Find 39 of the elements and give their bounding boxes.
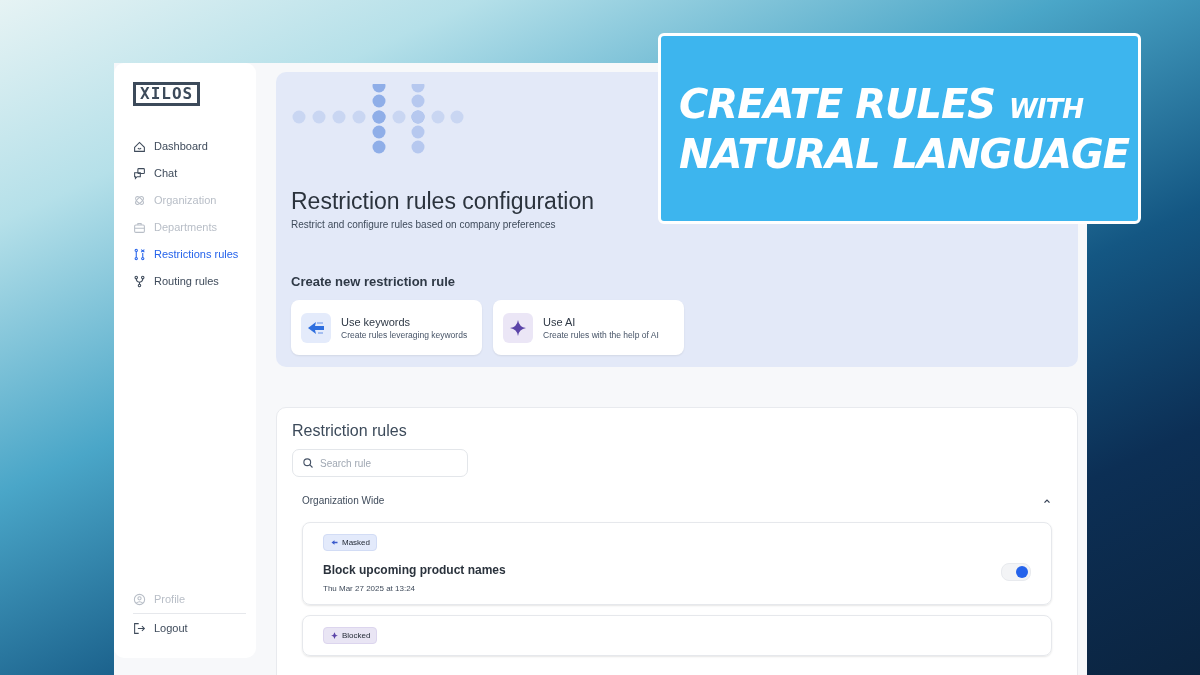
sidebar-item[interactable]: Restrictions rules [133, 246, 246, 262]
sidebar-item[interactable]: Logout [133, 613, 246, 642]
search-icon [302, 457, 314, 469]
option-title: Use AI [543, 315, 577, 328]
user-icon [133, 592, 146, 606]
sidebar-item[interactable]: Chat [133, 165, 246, 181]
rule-date: Thu Mar 27 2025 at 13:24 [323, 584, 416, 593]
group-header[interactable]: Organization Wide [292, 495, 1062, 506]
chat-icon [133, 166, 146, 180]
sparkle-icon [503, 312, 533, 343]
home-icon [133, 139, 146, 153]
sidebar-item[interactable]: Dashboard [133, 138, 246, 154]
logo: XILOS [133, 82, 201, 106]
option-title: Use keywords [341, 315, 412, 328]
briefcase-icon [133, 220, 146, 234]
group-title: Organization Wide [302, 495, 385, 506]
option-description: Create rules leveraging keywords [341, 329, 468, 340]
rule-card[interactable]: Masked Block upcoming product names Thu Mar 27 2025 at 13:24 [302, 522, 1052, 605]
page-title: Restriction rules configuration [291, 188, 595, 215]
section-title: Create new restriction rule [291, 274, 456, 289]
toggle-switch[interactable] [1001, 562, 1031, 581]
status-tag: Masked [323, 534, 377, 551]
option-card[interactable]: Use keywords Create rules leveraging keywords [291, 300, 482, 355]
atom-icon [133, 193, 146, 207]
sparkle-icon [330, 631, 339, 640]
search-field[interactable]: Search rule [292, 449, 468, 477]
rules-icon [133, 247, 146, 261]
fork-icon [133, 274, 146, 288]
option-card[interactable]: Use AI Create rules with the help of AI [493, 300, 684, 355]
sidebar-item[interactable]: Routing rules [133, 273, 246, 289]
rule-name: Block upcoming product names [323, 563, 506, 577]
logout-icon [133, 621, 146, 635]
option-description: Create rules with the help of AI [543, 329, 659, 340]
arrow-icon [330, 538, 339, 547]
panel-title: Restriction rules [292, 422, 408, 440]
rule-card[interactable]: Blocked [302, 615, 1052, 656]
page-subtitle: Restrict and configure rules based on company preferences [291, 219, 557, 230]
banner-headline: CREATE RULES WITH NATURAL LANGUAGE [679, 79, 1130, 179]
status-tag: Blocked [323, 627, 378, 644]
